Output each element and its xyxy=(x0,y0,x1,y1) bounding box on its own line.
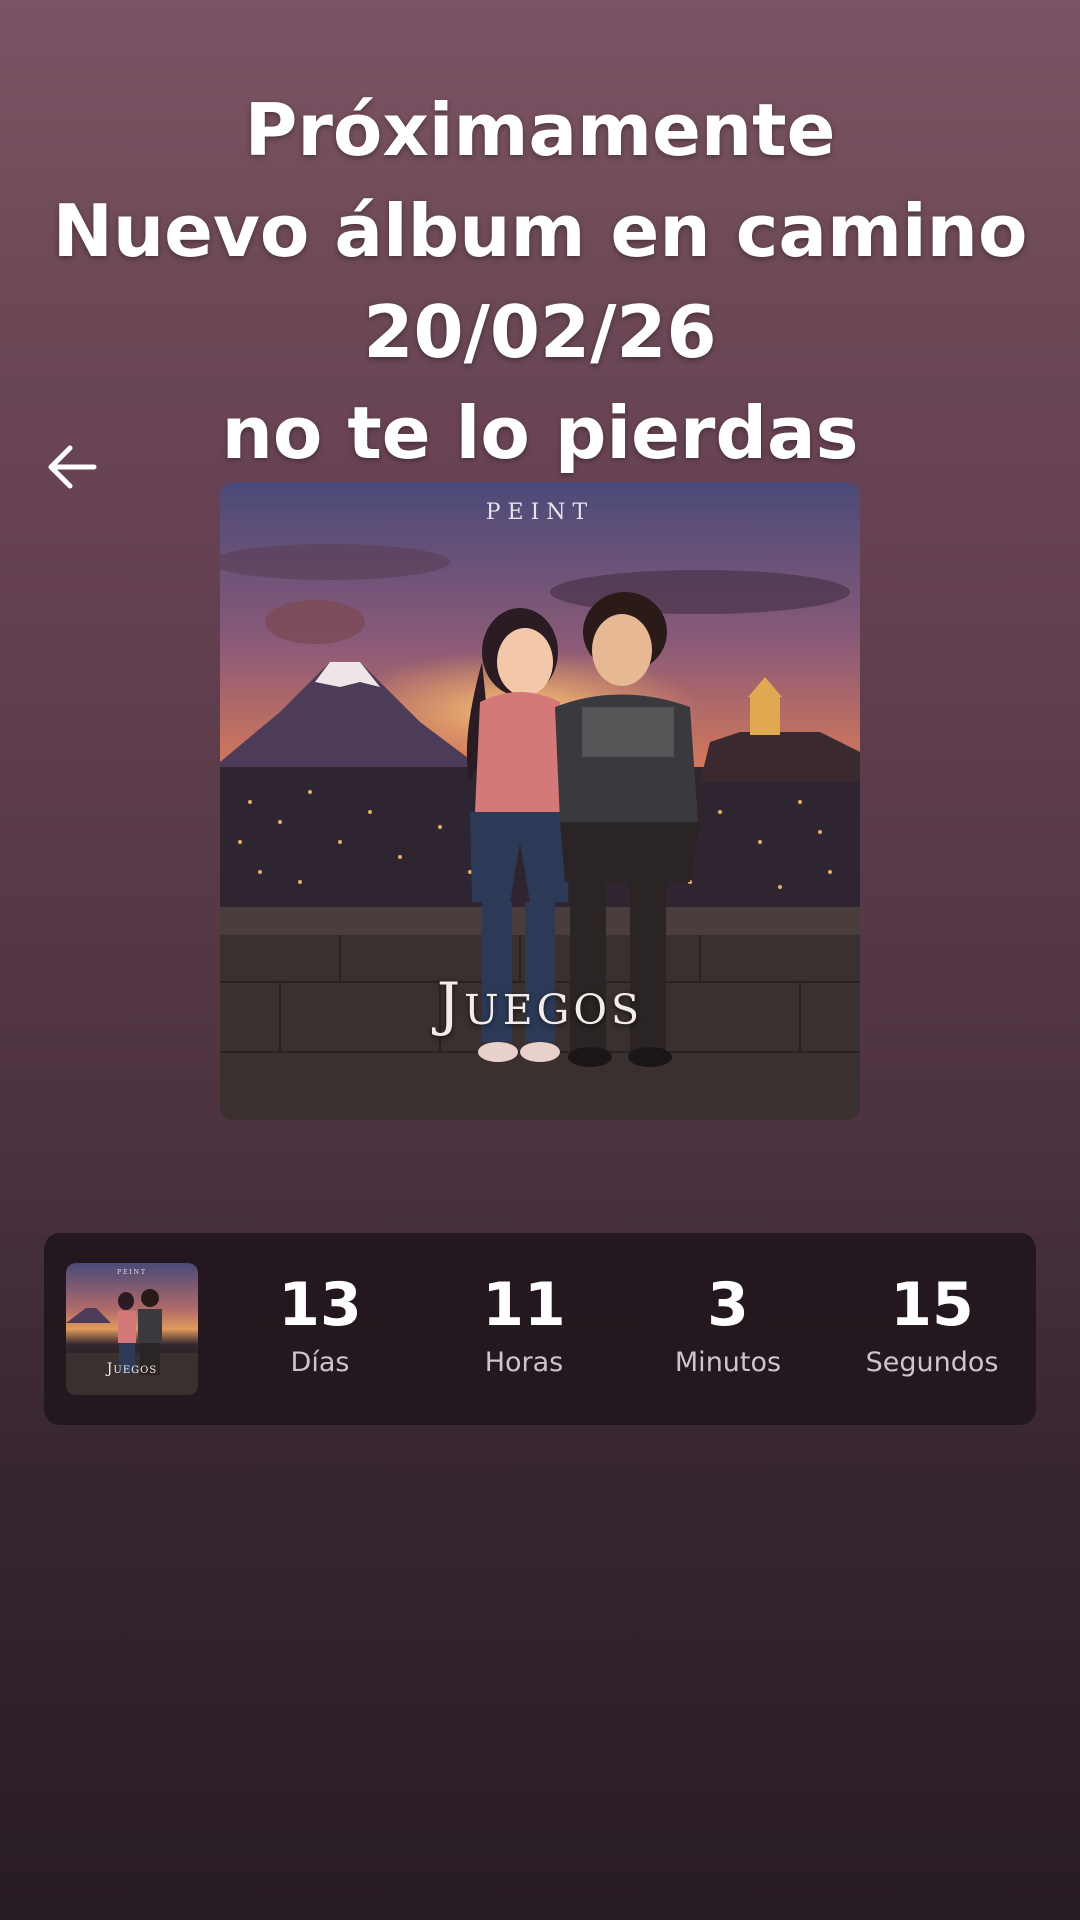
countdown-hours: 11 Horas xyxy=(434,1269,614,1381)
countdown-panel: PEINT Juegos 13 Días 11 Horas 3 Minutos … xyxy=(44,1233,1036,1425)
seconds-label: Segundos xyxy=(865,1347,999,1378)
caption-line-2: Nuevo álbum en camino xyxy=(52,189,1028,273)
days-value: 13 xyxy=(278,1270,362,1340)
thumbnail-title: Juegos xyxy=(106,1361,158,1377)
back-button[interactable] xyxy=(40,435,104,499)
arrow-left-icon xyxy=(48,445,97,489)
minutes-value: 3 xyxy=(707,1270,749,1340)
caption-line-4: no te lo pierdas xyxy=(221,391,859,475)
countdown-days: 13 Días xyxy=(230,1269,410,1381)
countdown-seconds: 15 Segundos xyxy=(842,1269,1022,1381)
announcement-caption: Próximamente Nuevo álbum en camino 20/02… xyxy=(0,80,1080,484)
minutes-label: Minutos xyxy=(674,1347,782,1378)
album-title: Juegos xyxy=(436,970,644,1038)
hours-value: 11 xyxy=(482,1270,566,1340)
caption-line-3: 20/02/26 xyxy=(363,290,717,374)
thumbnail-artist: PEINT xyxy=(116,1269,148,1276)
album-artist: PEINT xyxy=(485,500,595,525)
countdown-minutes: 3 Minutos xyxy=(638,1269,818,1381)
hours-label: Horas xyxy=(484,1347,564,1378)
seconds-value: 15 xyxy=(890,1270,974,1340)
days-label: Días xyxy=(290,1347,350,1378)
album-cover: PEINT Juegos xyxy=(220,482,860,1120)
album-thumbnail: PEINT Juegos xyxy=(66,1263,198,1395)
caption-line-1: Próximamente xyxy=(244,88,836,172)
